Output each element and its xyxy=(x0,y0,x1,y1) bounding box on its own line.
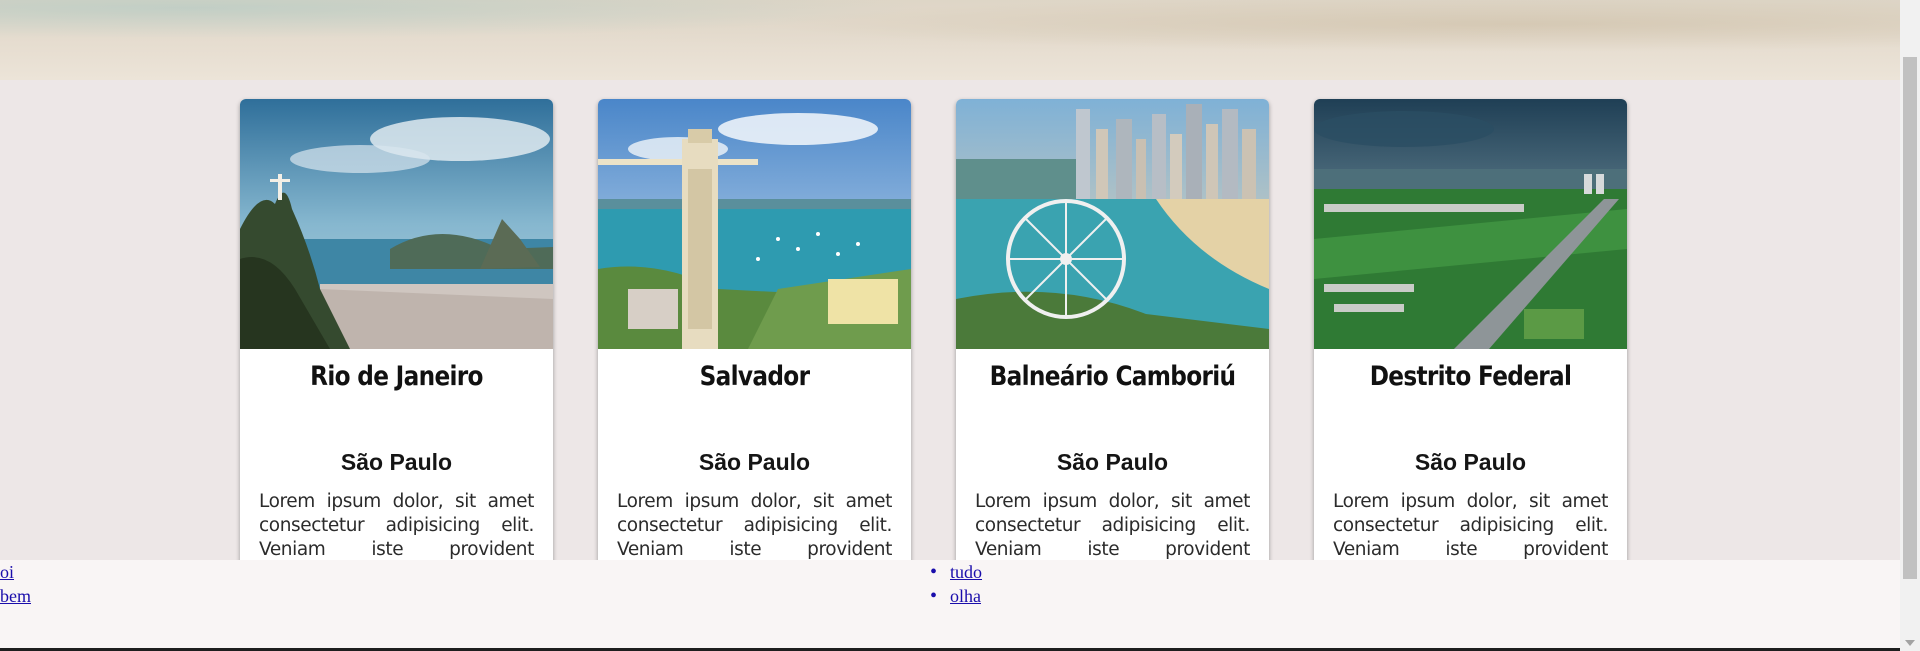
hero-banner-image xyxy=(0,0,1900,80)
cards-section: Rio de Janeiro São Paulo Lorem ipsum dol… xyxy=(0,80,1900,599)
city-card[interactable]: Salvador São Paulo Lorem ipsum dolor, si… xyxy=(598,99,911,599)
city-card[interactable]: Balneário Camboriú São Paulo Lorem ipsum… xyxy=(956,99,1269,599)
destrito-federal-photo xyxy=(1314,99,1627,349)
scroll-down-arrow-icon[interactable] xyxy=(1905,640,1915,646)
footer-link-bem[interactable]: bem xyxy=(0,586,31,606)
footer-list-item: tudo xyxy=(950,560,982,584)
card-subtitle: São Paulo xyxy=(340,449,453,475)
card-title: Destrito Federal xyxy=(1369,361,1572,392)
card-subtitle: São Paulo xyxy=(1414,449,1527,475)
footer-links-left: oi bem xyxy=(0,560,31,608)
salvador-photo xyxy=(598,99,911,349)
footer-link-tudo[interactable]: tudo xyxy=(950,562,982,582)
card-title: Salvador xyxy=(699,361,810,392)
rio-de-janeiro-photo xyxy=(240,99,553,349)
scrollbar-thumb[interactable] xyxy=(1903,57,1917,579)
card-title: Balneário Camboriú xyxy=(989,361,1236,392)
footer-link-olha[interactable]: olha xyxy=(950,586,981,606)
footer-links-right: tudo olha xyxy=(950,560,982,608)
footer-link-oi[interactable]: oi xyxy=(0,562,14,582)
balneario-camboriu-photo xyxy=(956,99,1269,349)
city-card[interactable]: Destrito Federal São Paulo Lorem ipsum d… xyxy=(1314,99,1627,599)
footer-list-item: oi xyxy=(0,560,31,584)
card-subtitle: São Paulo xyxy=(698,449,811,475)
footer: oi bem tudo olha xyxy=(0,560,1900,651)
card-title: Rio de Janeiro xyxy=(310,361,483,392)
footer-list-item: bem xyxy=(0,584,31,608)
footer-list-item: olha xyxy=(950,584,982,608)
vertical-scrollbar[interactable] xyxy=(1900,0,1920,651)
city-card[interactable]: Rio de Janeiro São Paulo Lorem ipsum dol… xyxy=(240,99,553,599)
card-subtitle: São Paulo xyxy=(1056,449,1169,475)
